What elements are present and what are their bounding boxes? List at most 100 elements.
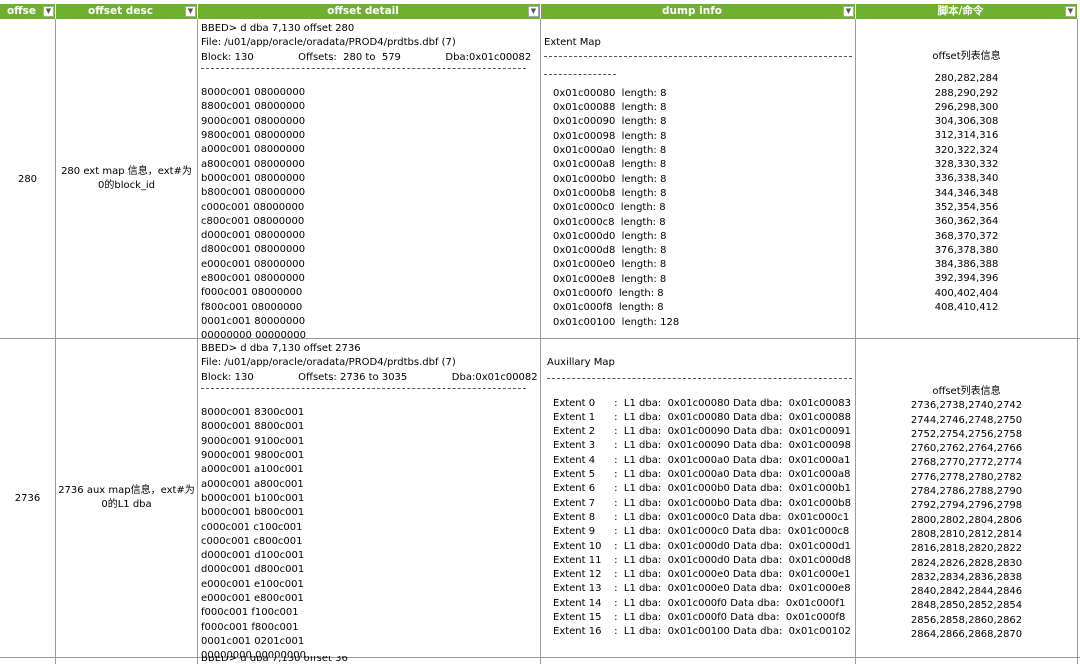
cell-offset-detail[interactable]: BBED> d dba 7,130 offset 280 File: /u01/… <box>201 22 539 338</box>
detail-line: BBED> d dba 7,130 offset 36 <box>201 656 348 664</box>
detail-hex-line: f800c001 08000000 <box>201 301 303 313</box>
cell-offset[interactable]: 280 <box>0 20 55 338</box>
detail-line: BBED> d dba 7,130 offset 280 <box>201 23 355 34</box>
script-line: 328,330,332 <box>934 159 999 171</box>
script-line: 2768,2770,2772,2774 <box>910 457 1023 469</box>
offset-value: 280 <box>17 173 38 185</box>
offset-desc-text: 280 ext map 信息，ext#为0的block_id <box>61 166 192 191</box>
dump-line: 0x01c000b8 length: 8 <box>553 187 667 199</box>
dump-line: 0x01c000b0 length: 8 <box>553 173 667 185</box>
dump-line: 0x01c00100 length: 128 <box>553 316 680 328</box>
detail-hex-line: a000c001 a100c001 <box>201 464 304 476</box>
dump-line: Extent 11 : L1 dba: 0x01c000d0 Data dba:… <box>553 554 851 566</box>
script-line: 2832,2834,2836,2838 <box>910 571 1023 583</box>
detail-hex-line: a000c001 a800c001 <box>201 478 304 490</box>
cell-offset-desc[interactable]: 2736 aux map信息，ext#为0的L1 dba <box>56 339 197 657</box>
dump-line: 0x01c00088 length: 8 <box>553 102 667 114</box>
cell-offset-detail[interactable]: BBED> d dba 7,130 offset 2736 File: /u01… <box>201 342 539 657</box>
script-line: 2824,2826,2828,2830 <box>910 557 1023 569</box>
cell-script[interactable]: offset列表信息 2736,2738,2740,2742 2744,2746,… <box>856 385 1077 657</box>
detail-hex-line: e000c001 08000000 <box>201 258 305 270</box>
script-line: 400,402,404 <box>934 287 999 299</box>
grid-line <box>0 657 1080 658</box>
script-line: 376,378,380 <box>934 244 999 256</box>
detail-hex-line: d000c001 d800c001 <box>201 564 305 576</box>
cell-offset-desc[interactable]: 280 ext map 信息，ext#为0的block_id <box>56 20 197 338</box>
detail-hex-line: 0001c001 80000000 <box>201 315 306 327</box>
spreadsheet: offse ▼ offset desc ▼ offset detail ▼ du… <box>0 0 1080 664</box>
detail-hex-line: e800c001 08000000 <box>201 273 305 285</box>
header-offset-detail[interactable]: offset detail ▼ <box>198 4 541 19</box>
detail-hex-line: e000c001 e100c001 <box>201 578 304 590</box>
detail-hex-line: f000c001 f800c001 <box>201 621 299 633</box>
detail-line: BBED> d dba 7,130 offset 2736 <box>201 343 361 354</box>
dump-line: 0x01c000a8 length: 8 <box>553 159 667 171</box>
detail-hex-line: 00000000 00000000 <box>201 330 306 338</box>
script-line: 2784,2786,2788,2790 <box>910 486 1023 498</box>
dump-line: Extent 15 : L1 dba: 0x01c000f0 Data dba:… <box>553 612 846 624</box>
detail-hex-line: a800c001 08000000 <box>201 158 305 170</box>
dump-line: Extent 1 : L1 dba: 0x01c00080 Data dba: … <box>553 411 851 423</box>
script-line: 368,370,372 <box>934 230 999 242</box>
dump-line: 0x01c00098 length: 8 <box>553 130 667 142</box>
header-offset-desc-label: offset desc <box>88 5 153 17</box>
dump-line: 0x01c000d8 length: 8 <box>553 245 667 257</box>
grid-line <box>1077 19 1078 664</box>
cell-offset-detail-partial[interactable]: BBED> d dba 7,130 offset 36 <box>201 656 539 664</box>
detail-hex-line: c000c001 c100c001 <box>201 521 303 533</box>
cell-offset[interactable]: 2736 <box>0 339 55 657</box>
header-dump-info[interactable]: dump info ▼ <box>541 4 856 19</box>
header-offset-detail-label: offset detail <box>327 5 399 17</box>
detail-hex-line: f000c001 08000000 <box>201 287 303 299</box>
detail-hex-line: d000c001 d100c001 <box>201 550 305 562</box>
script-title: offset列表信息 <box>932 51 1001 62</box>
detail-hex-line: 9000c001 9100c001 <box>201 435 305 447</box>
filter-dropdown-icon[interactable]: ▼ <box>185 6 196 17</box>
script-line: 312,314,316 <box>934 130 999 142</box>
detail-hex-line: 0001c001 0201c001 <box>201 635 305 647</box>
dump-line: Extent 9 : L1 dba: 0x01c000c0 Data dba: … <box>553 526 850 538</box>
detail-hex-line: b800c001 08000000 <box>201 187 306 199</box>
detail-hex-line: a000c001 08000000 <box>201 144 305 156</box>
detail-hex-line: d000c001 08000000 <box>201 230 306 242</box>
dump-line: Extent 16 : L1 dba: 0x01c00100 Data dba:… <box>553 626 851 638</box>
detail-hex-line: 8000c001 08000000 <box>201 87 306 99</box>
header-offset[interactable]: offse ▼ <box>0 4 56 19</box>
detail-line: Block: 130 Offsets: 280 to 579 Dba:0x01c… <box>201 51 532 63</box>
cell-dump-info[interactable]: Auxillary Map Extent 0 : L1 dba: 0x01c00… <box>547 356 854 657</box>
dump-line: Extent 14 : L1 dba: 0x01c000f0 Data dba:… <box>553 597 846 609</box>
script-line: 2864,2866,2868,2870 <box>910 629 1023 641</box>
cell-script[interactable]: offset列表信息 280,282,284 288,290,292 296,298… <box>856 50 1077 338</box>
script-line: 2800,2802,2804,2806 <box>910 514 1023 526</box>
dump-list: 0x01c00080 length: 8 0x01c00088 length: 8… <box>544 87 854 328</box>
detail-hex-line: 9000c001 9800c001 <box>201 450 305 462</box>
dump-line: 0x01c000e0 length: 8 <box>553 259 667 271</box>
dump-list: Extent 0 : L1 dba: 0x01c00080 Data dba: … <box>547 397 854 638</box>
script-line: 2848,2850,2852,2854 <box>910 600 1023 612</box>
dashed-separator <box>201 67 526 83</box>
filter-dropdown-icon[interactable]: ▼ <box>528 6 539 17</box>
detail-hex-line: c000c001 08000000 <box>201 201 305 213</box>
detail-hex-line: d800c001 08000000 <box>201 244 306 256</box>
detail-hex-line: c000c001 c800c001 <box>201 535 303 547</box>
filter-dropdown-icon[interactable]: ▼ <box>1065 6 1076 17</box>
script-line: 392,394,396 <box>934 273 999 285</box>
script-line: 384,386,388 <box>934 259 999 271</box>
dump-title: Extent Map <box>544 37 601 48</box>
dump-title: Auxillary Map <box>547 357 615 368</box>
detail-hex-line: b000c001 08000000 <box>201 172 306 184</box>
detail-hex-line: e000c001 e800c001 <box>201 593 304 605</box>
detail-line: File: /u01/app/oracle/oradata/PROD4/prdt… <box>201 37 456 49</box>
offset-value: 2736 <box>14 492 41 504</box>
script-line: 2752,2754,2756,2758 <box>910 428 1023 440</box>
dump-line: 0x01c000d0 length: 8 <box>553 230 667 242</box>
cell-dump-info[interactable]: Extent Map 0x01c00080 length: 8 0x01c0008… <box>544 36 854 338</box>
dump-line: 0x01c00090 length: 8 <box>553 116 667 128</box>
filter-dropdown-icon[interactable]: ▼ <box>843 6 854 17</box>
script-line: 320,322,324 <box>934 144 999 156</box>
filter-dropdown-icon[interactable]: ▼ <box>43 6 54 17</box>
dump-line: Extent 12 : L1 dba: 0x01c000e0 Data dba:… <box>553 569 851 581</box>
header-script[interactable]: 脚本/命令 ▼ <box>856 4 1078 19</box>
header-offset-desc[interactable]: offset desc ▼ <box>56 4 198 19</box>
detail-hex-line: 8800c001 08000000 <box>201 101 306 113</box>
